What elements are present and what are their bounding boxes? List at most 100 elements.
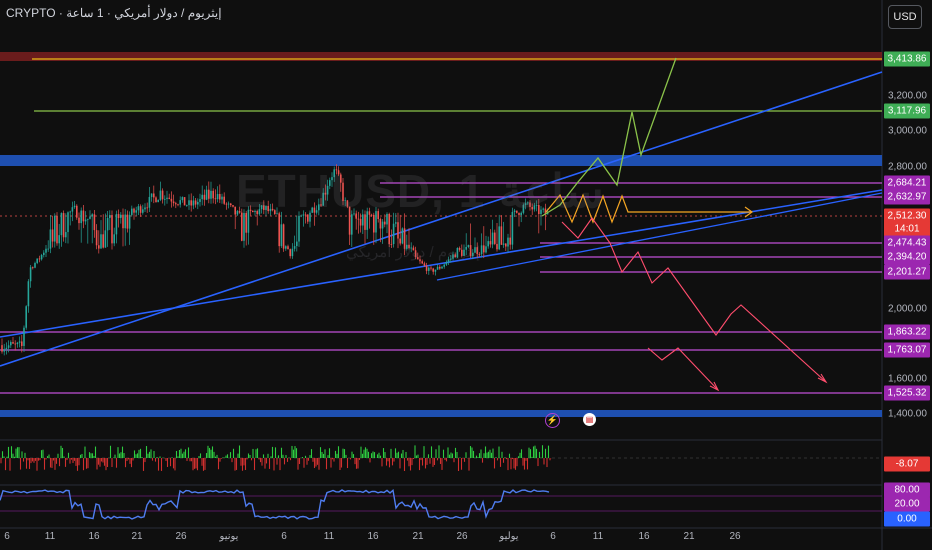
candle-body xyxy=(480,245,483,255)
symbol-watermark: ETHUSD, 1 ساعة xyxy=(236,165,604,217)
candle-body xyxy=(505,243,507,247)
candle-body xyxy=(227,203,230,205)
candle-body xyxy=(91,214,93,217)
time-label: 11 xyxy=(323,531,335,542)
candle-body xyxy=(157,199,159,203)
countdown-badge: 14:01 xyxy=(884,221,930,237)
candle-body xyxy=(10,342,12,346)
candle-body xyxy=(401,228,404,244)
candle-body xyxy=(161,190,164,200)
candle-body xyxy=(95,230,98,246)
candle-body xyxy=(388,213,390,244)
candle-body xyxy=(49,229,52,249)
candle-body xyxy=(71,207,74,212)
rsi-value-badge: 0.00 xyxy=(884,511,930,527)
candle-body xyxy=(21,341,23,346)
candle-body xyxy=(287,246,289,250)
candle-body xyxy=(177,204,179,206)
rsi-upper-badge: 80.00 xyxy=(884,482,930,498)
candle-body xyxy=(381,221,384,229)
candle-body xyxy=(201,194,203,200)
candle-body xyxy=(175,203,177,205)
candle-body xyxy=(34,262,36,268)
price-badge-3117: 3,117.96 xyxy=(884,103,930,119)
lightning-icon[interactable]: ⚡ xyxy=(545,413,560,428)
candle-body xyxy=(445,262,448,265)
candle-body xyxy=(397,222,399,239)
candle-body xyxy=(142,209,144,213)
candle-body xyxy=(186,205,188,206)
candle-body xyxy=(102,234,104,248)
candle-body xyxy=(216,194,219,200)
candle-body xyxy=(298,215,300,242)
candle-body xyxy=(223,196,225,204)
candle-body xyxy=(131,208,133,215)
candle-body xyxy=(117,214,120,218)
candle-body xyxy=(124,214,126,229)
candle-body xyxy=(395,222,397,224)
candle-body xyxy=(489,241,492,245)
candle-body xyxy=(115,214,118,235)
price-badge-3413: 3,413.86 xyxy=(884,51,930,67)
candle-body xyxy=(109,215,111,219)
candle-body xyxy=(67,212,69,233)
candle-body xyxy=(1,345,3,352)
price-badge-2474: 2,474.43 xyxy=(884,235,930,251)
candle-body xyxy=(155,197,157,203)
candle-body xyxy=(219,194,221,200)
candle-body xyxy=(221,196,223,200)
time-label: 16 xyxy=(638,531,650,542)
time-label: 16 xyxy=(367,531,379,542)
currency-button[interactable]: USD xyxy=(888,5,922,29)
candle-body xyxy=(65,232,67,238)
time-label: يونيو xyxy=(219,531,239,542)
us-flag-icon[interactable]: ▤ xyxy=(583,413,596,426)
candle-body xyxy=(153,193,155,198)
candle-body xyxy=(7,345,10,348)
candle-body xyxy=(500,226,503,245)
candle-body xyxy=(159,190,162,200)
candle-body xyxy=(485,246,487,253)
candle-body xyxy=(496,243,498,250)
price-tick: 3,200.00 xyxy=(888,90,927,102)
candle-body xyxy=(432,268,434,272)
candle-body xyxy=(443,264,445,267)
candle-body xyxy=(146,207,148,209)
symbol-title[interactable]: CRYPTO · إيثريوم / دولار أمريكي · 1 ساعة xyxy=(6,6,222,20)
candle-body xyxy=(179,200,181,205)
candle-body xyxy=(73,205,76,208)
time-label: يوليو xyxy=(499,531,519,542)
candle-body xyxy=(144,207,146,210)
candle-body xyxy=(89,216,91,219)
candle-body xyxy=(282,224,285,249)
candle-body xyxy=(54,215,56,242)
candle-body xyxy=(502,243,505,245)
candle-body xyxy=(199,199,201,202)
candle-body xyxy=(379,218,382,229)
candle-body xyxy=(135,210,137,213)
candle-body xyxy=(359,218,362,226)
price-badge-1763: 1,763.07 xyxy=(884,342,930,358)
candle-body xyxy=(430,267,432,269)
price-tick: 2,800.00 xyxy=(888,161,927,173)
candle-body xyxy=(230,203,232,206)
time-label: 11 xyxy=(592,531,604,542)
candle-body xyxy=(40,254,43,260)
candle-body xyxy=(133,208,135,213)
candle-body xyxy=(392,223,395,245)
candle-body xyxy=(36,258,38,263)
candle-body xyxy=(509,237,511,245)
candle-body xyxy=(421,261,423,264)
candle-body xyxy=(225,203,228,205)
candle-body xyxy=(82,210,85,222)
candle-body xyxy=(439,266,441,269)
candle-body xyxy=(56,215,58,244)
price-chart[interactable] xyxy=(0,0,932,550)
watermark-subtitle: إيثريوم / دولار أمريكي xyxy=(346,244,481,261)
candle-body xyxy=(428,267,430,271)
candle-body xyxy=(208,189,210,199)
candle-body xyxy=(280,224,283,247)
candle-body xyxy=(60,213,63,236)
candle-body xyxy=(62,213,65,238)
candle-body xyxy=(425,265,428,271)
